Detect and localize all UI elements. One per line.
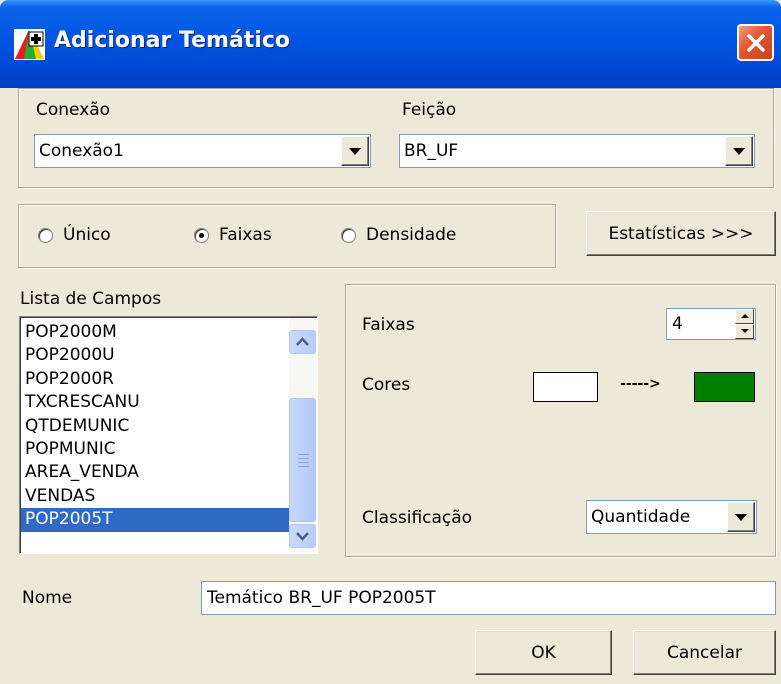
list-item[interactable]: POP2000U: [21, 344, 289, 367]
radio-unico-label: Único: [63, 225, 111, 245]
campos-scrollbar[interactable]: [289, 318, 316, 552]
radio-unico-circle[interactable]: [38, 227, 53, 243]
conexao-label: Conexão: [36, 100, 111, 120]
list-item[interactable]: AREA_VENDA: [21, 461, 289, 484]
conexao-value: Conexão1: [39, 141, 124, 161]
chevron-down-icon: [296, 532, 309, 541]
list-item[interactable]: VENDAS: [21, 485, 289, 508]
faixas-spinner[interactable]: 4: [666, 308, 756, 340]
classificacao-select[interactable]: Quantidade: [586, 500, 757, 534]
feicao-select[interactable]: BR_UF: [399, 134, 755, 168]
cancel-button[interactable]: Cancelar: [633, 630, 776, 675]
chevron-down-icon[interactable]: [727, 502, 755, 532]
list-item[interactable]: TXCRESCANU: [21, 391, 289, 414]
ok-button[interactable]: OK: [475, 630, 612, 675]
close-button[interactable]: [737, 24, 774, 61]
radio-densidade[interactable]: Densidade: [341, 225, 456, 245]
campos-label: Lista de Campos: [20, 289, 162, 309]
radio-faixas[interactable]: Faixas: [194, 225, 272, 245]
radio-faixas-label: Faixas: [219, 225, 272, 245]
spin-down-icon[interactable]: [735, 324, 754, 339]
feicao-label: Feição: [402, 100, 457, 120]
conexao-select[interactable]: Conexão1: [34, 134, 371, 168]
nome-label: Nome: [22, 588, 73, 608]
list-item-selected[interactable]: POP2005T: [21, 508, 289, 532]
scroll-grip: [298, 458, 309, 459]
radio-densidade-label: Densidade: [366, 225, 457, 245]
start-color-swatch[interactable]: [533, 372, 598, 402]
close-icon: [747, 34, 765, 52]
radio-unico[interactable]: Único: [38, 225, 111, 245]
scroll-down-button[interactable]: [289, 524, 316, 548]
campos-listbox[interactable]: POP2000M POP2000U POP2000R TXCRESCANU QT…: [19, 316, 318, 554]
scroll-up-button[interactable]: [289, 330, 316, 354]
feicao-value: BR_UF: [404, 141, 459, 161]
color-arrow: ----->: [620, 376, 661, 392]
radio-densidade-circle[interactable]: [341, 227, 356, 243]
scroll-grip: [298, 454, 309, 455]
classificacao-label: Classificação: [362, 508, 473, 528]
list-item[interactable]: POP2000R: [21, 368, 289, 391]
estatisticas-button[interactable]: Estatísticas >>>: [586, 211, 776, 256]
spin-up-icon[interactable]: [735, 309, 754, 324]
radio-faixas-circle[interactable]: [194, 227, 209, 243]
scroll-grip: [298, 462, 309, 463]
chevron-up-icon: [296, 337, 309, 346]
faixas-value: 4: [672, 314, 683, 334]
end-color-swatch[interactable]: [694, 372, 755, 402]
faixas-label: Faixas: [362, 315, 415, 335]
chevron-down-icon[interactable]: [341, 136, 369, 166]
cores-label: Cores: [362, 375, 411, 395]
chevron-down-icon[interactable]: [725, 136, 753, 166]
scroll-thumb[interactable]: [289, 398, 316, 522]
window-title: Adicionar Temático: [54, 28, 291, 53]
nome-input[interactable]: Temático BR_UF POP2005T: [201, 581, 776, 615]
scroll-grip: [298, 466, 309, 467]
list-item[interactable]: QTDEMUNIC: [21, 415, 289, 438]
list-item[interactable]: POP2000M: [21, 321, 289, 344]
list-item[interactable]: POPMUNIC: [21, 438, 289, 461]
theme-map-icon: [14, 29, 45, 60]
nome-value: Temático BR_UF POP2005T: [207, 588, 436, 608]
classificacao-value: Quantidade: [591, 507, 691, 527]
